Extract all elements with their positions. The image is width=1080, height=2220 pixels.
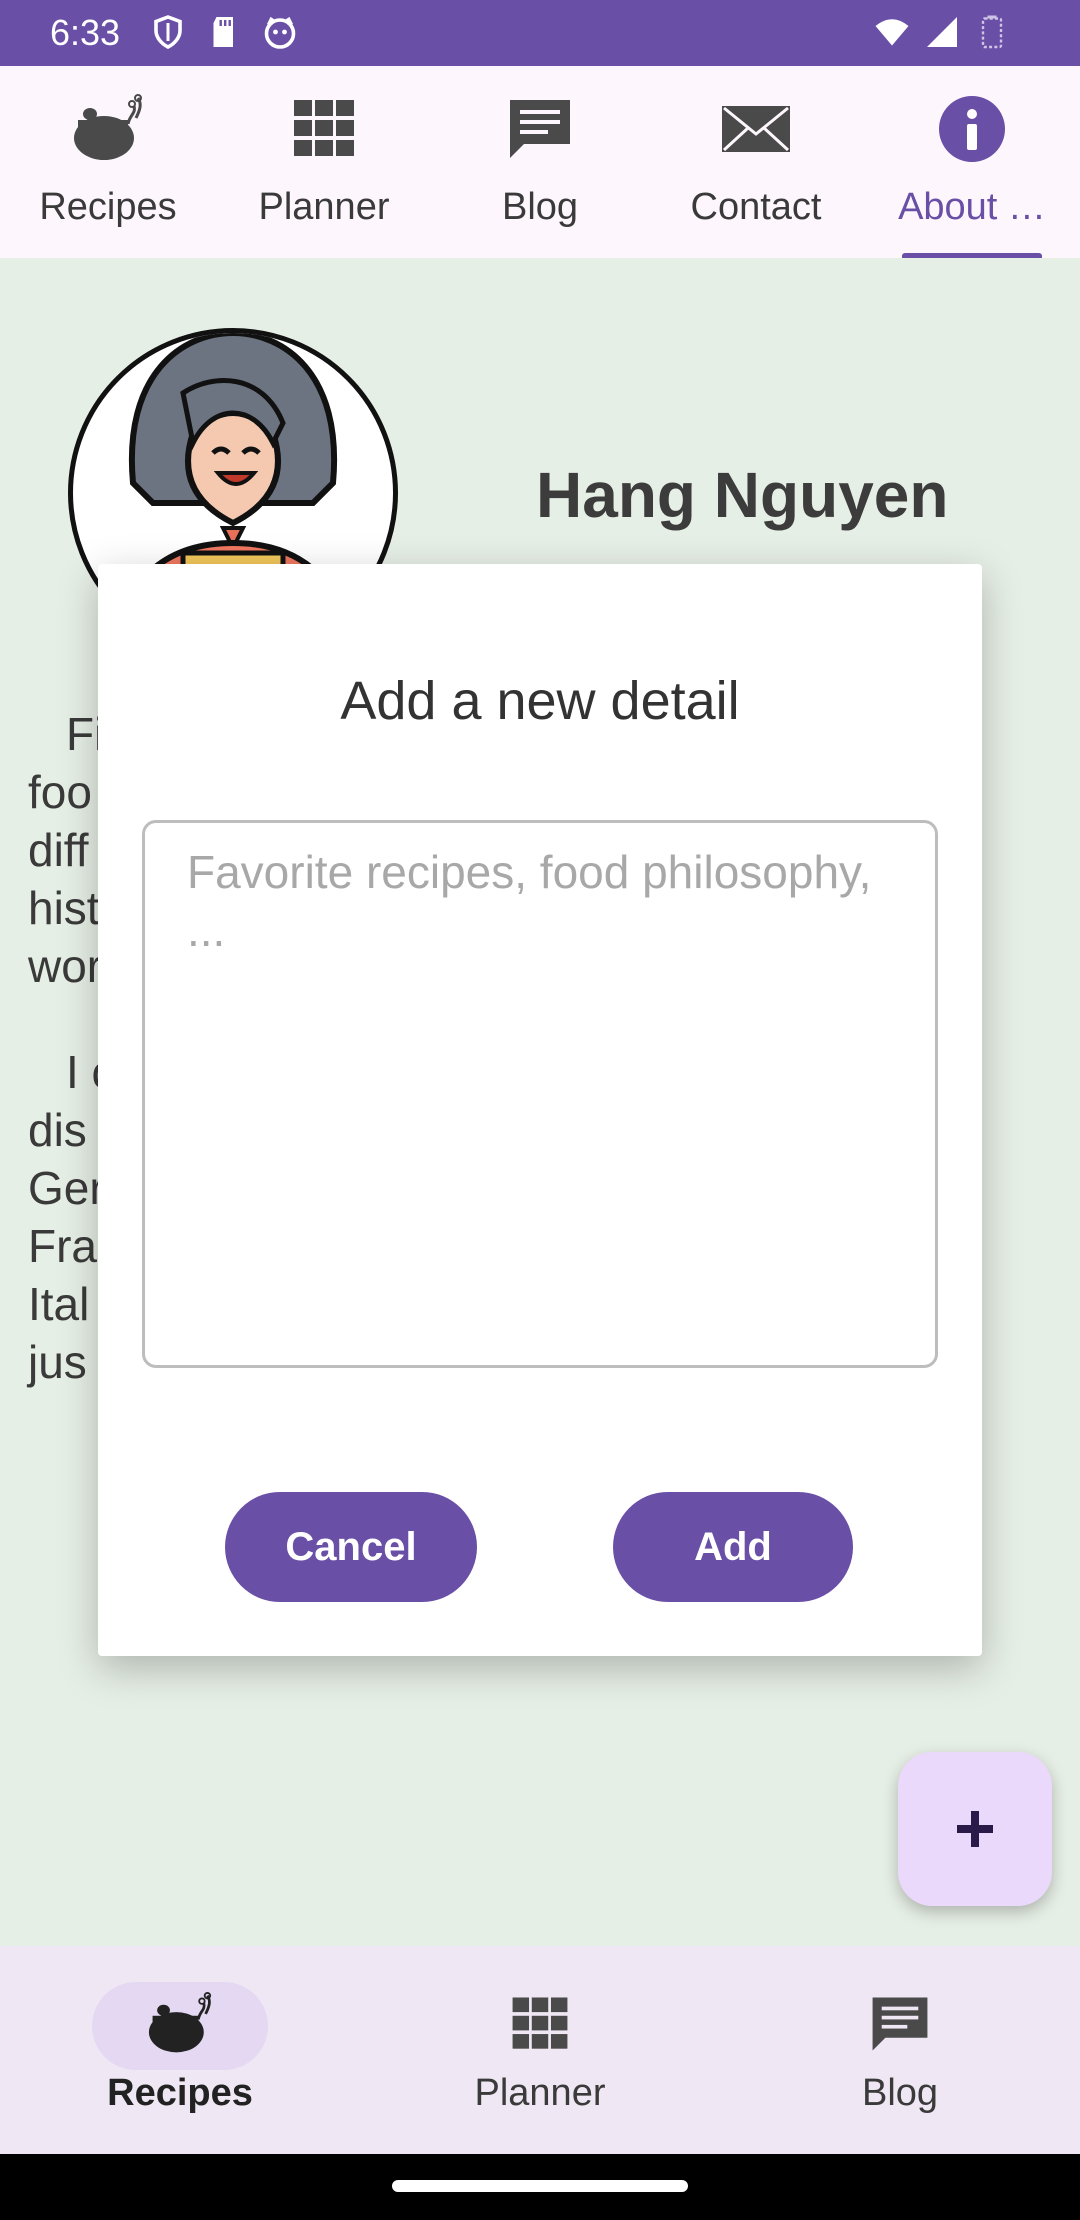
cancel-button[interactable]: Cancel [225, 1492, 477, 1602]
bottom-nav-planner[interactable]: Planner [360, 1946, 720, 2154]
add-detail-dialog: Add a new detail Cancel Add [98, 564, 982, 1656]
gesture-bar [0, 2154, 1080, 2220]
tab-contact[interactable]: Contact [648, 66, 864, 258]
dialog-title: Add a new detail [340, 671, 740, 731]
tab-about-label: About … [898, 186, 1046, 228]
pot-icon [148, 1992, 212, 2053]
status-bar: 6:33 [0, 0, 1080, 66]
signal-icon [927, 17, 957, 47]
grid-icon [294, 100, 354, 156]
detail-input[interactable] [142, 820, 938, 1368]
home-gesture-handle[interactable] [392, 2180, 688, 2192]
chat-icon [872, 1997, 928, 2051]
wifi-icon [875, 19, 909, 46]
plus-icon [957, 1811, 993, 1847]
shield-icon [154, 15, 182, 50]
add-button[interactable]: Add [613, 1492, 853, 1602]
battery-icon [981, 15, 1003, 49]
bottom-nav: Recipes Planner Blog [0, 1946, 1080, 2154]
pot-icon [74, 94, 142, 160]
tab-about[interactable]: About … [864, 66, 1080, 258]
tab-blog[interactable]: Blog [432, 66, 648, 258]
tab-recipes-label: Recipes [39, 186, 177, 228]
tab-contact-label: Contact [690, 186, 822, 228]
add-fab[interactable] [898, 1752, 1052, 1906]
sd-card-icon [213, 17, 233, 47]
chat-icon [510, 100, 570, 158]
bottom-nav-recipes-label: Recipes [107, 2072, 253, 2114]
tab-recipes[interactable]: Recipes [0, 66, 216, 258]
status-left-icons [150, 14, 298, 50]
bottom-nav-blog-label: Blog [861, 2072, 939, 2114]
status-right-icons [874, 14, 1010, 50]
status-time: 6:33 [50, 12, 121, 53]
tab-planner-label: Planner [258, 186, 390, 228]
mail-icon [722, 106, 790, 152]
top-tab-bar: Recipes Planner Blog Contact About … [0, 66, 1080, 258]
tab-planner[interactable]: Planner [216, 66, 432, 258]
grid-icon [512, 1997, 568, 2049]
bottom-nav-blog[interactable]: Blog [720, 1946, 1080, 2154]
bottom-nav-planner-label: Planner [474, 2072, 606, 2114]
cat-face-icon [264, 16, 296, 49]
info-icon [939, 96, 1005, 162]
tab-blog-label: Blog [501, 186, 579, 228]
bottom-nav-recipes[interactable]: Recipes [0, 1946, 360, 2154]
